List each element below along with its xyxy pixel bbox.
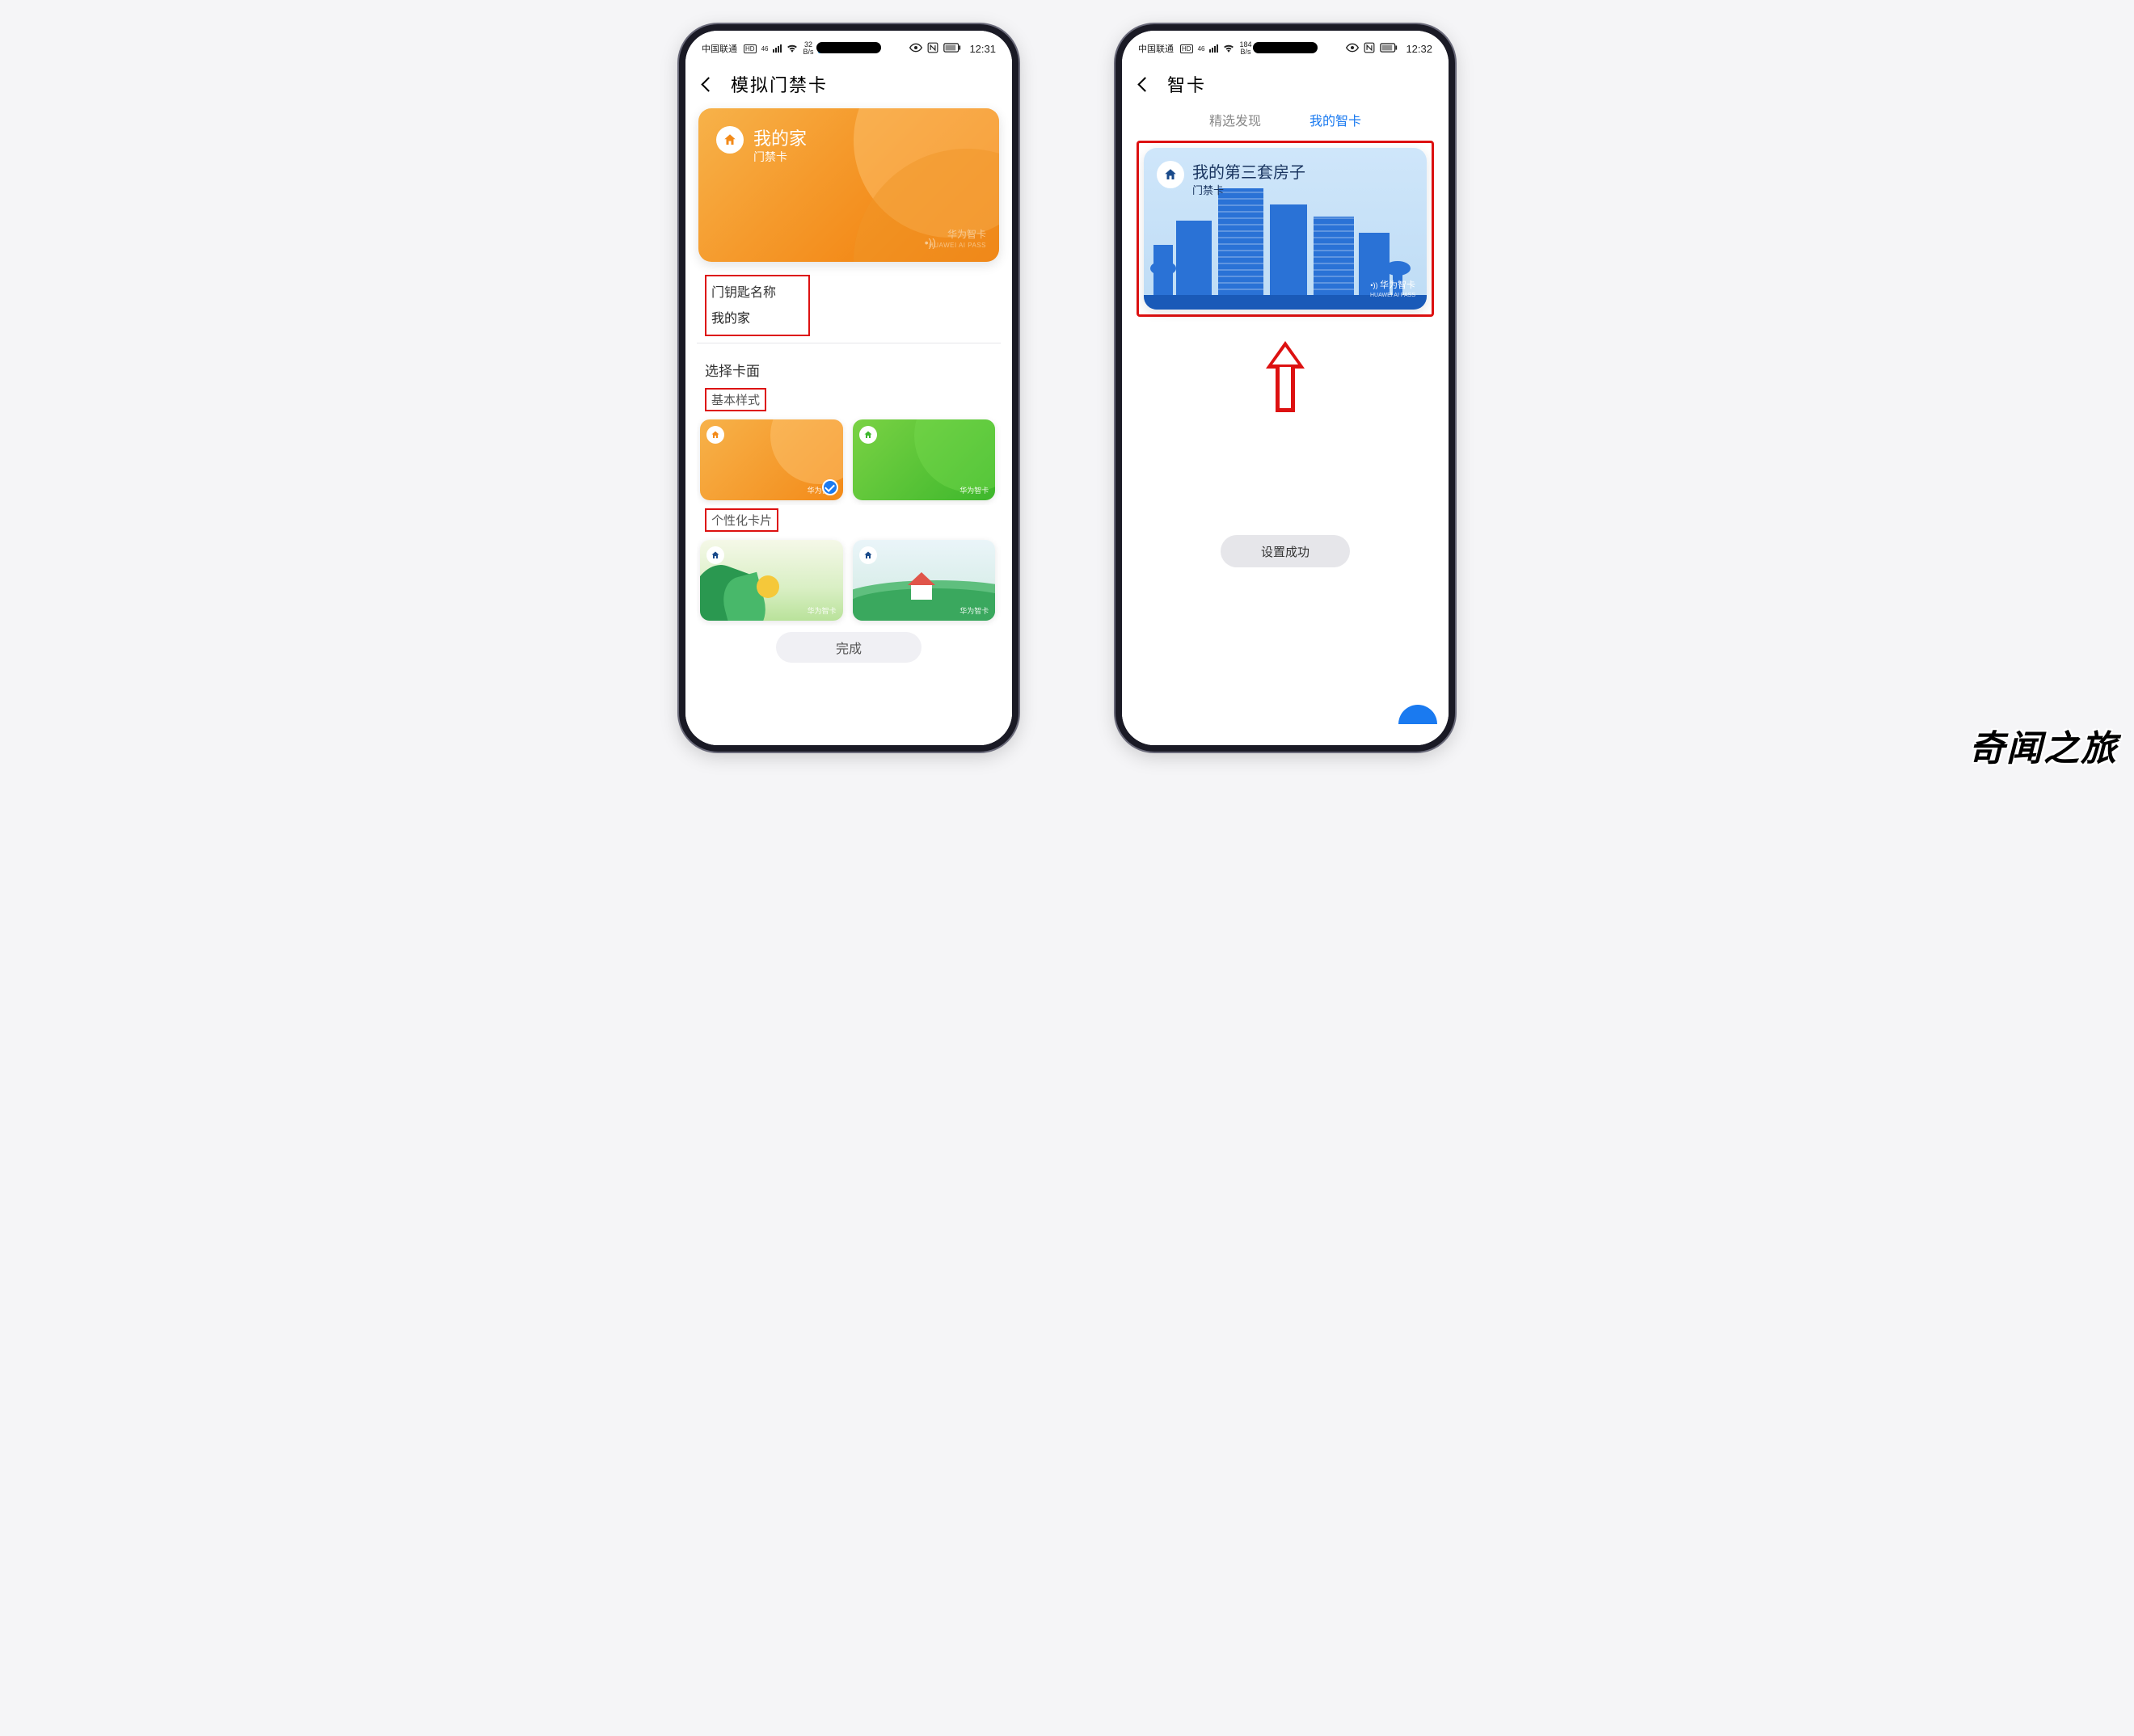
card-style-green[interactable]: 华为智卡	[853, 419, 996, 500]
card-style-house[interactable]: 华为智卡	[853, 540, 996, 621]
carrier-label: 中国联通	[1138, 42, 1174, 55]
side-button	[1453, 160, 1455, 200]
selected-check-icon	[822, 479, 838, 495]
hd-badge: HD	[744, 44, 757, 53]
toast-success: 设置成功	[1221, 535, 1350, 567]
net-speed: 184B/s	[1239, 41, 1251, 56]
field-label: 门钥匙名称	[711, 278, 803, 304]
notch	[816, 42, 881, 53]
access-card-preview[interactable]: 我的家 门禁卡 •)) 华为智卡HUAWEI AI PASS	[698, 108, 999, 262]
tab-bar: 精选发现 我的智卡	[1122, 102, 1449, 141]
network-type: 46	[1198, 45, 1205, 53]
smart-card-item[interactable]: 我的第三套房子 门禁卡 •)) 华为智卡HUAWEI AI PASS	[1144, 148, 1427, 310]
page-title: 模拟门禁卡	[731, 71, 828, 97]
card-name: 我的家	[753, 124, 807, 150]
personal-style-row: 华为智卡 华为智卡	[697, 535, 1001, 626]
net-speed: 32B/s	[803, 41, 813, 56]
tab-discover[interactable]: 精选发现	[1209, 110, 1261, 129]
signal-icon	[773, 44, 782, 53]
side-button	[1017, 160, 1018, 200]
side-button	[1453, 217, 1455, 289]
home-icon	[706, 546, 724, 564]
nfc-wave-icon: •))	[925, 236, 936, 249]
back-icon[interactable]	[700, 75, 718, 93]
highlight-box: 门钥匙名称 我的家	[705, 275, 810, 336]
annotation-arrow-icon	[1266, 341, 1305, 414]
key-name-field[interactable]: 门钥匙名称 我的家	[697, 270, 1001, 339]
eye-comfort-icon	[909, 43, 922, 55]
phone-right: 中国联通 HD 46 184B/s 12:32 智卡	[1116, 24, 1455, 752]
basic-style-row: 华为智卡 华为智卡	[697, 415, 1001, 505]
nfc-icon	[927, 42, 938, 56]
page-title: 智卡	[1167, 71, 1206, 97]
home-icon	[859, 426, 877, 444]
thumb-brand: 华为智卡	[959, 605, 989, 616]
fab-button[interactable]	[1398, 705, 1437, 724]
battery-icon	[1380, 43, 1398, 55]
clock: 12:31	[969, 43, 996, 55]
home-icon	[1157, 161, 1184, 188]
carrier-label: 中国联通	[702, 42, 737, 55]
tab-my-cards[interactable]: 我的智卡	[1310, 110, 1361, 129]
wifi-icon	[787, 43, 798, 55]
nfc-icon	[1364, 42, 1375, 56]
basic-style-label: 基本样式	[705, 388, 993, 411]
back-icon[interactable]	[1137, 75, 1154, 93]
card-brand: •)) 华为智卡HUAWEI AI PASS	[1370, 281, 1415, 300]
wifi-icon	[1223, 43, 1234, 55]
side-button	[1017, 217, 1018, 289]
thumb-brand: 华为智卡	[959, 485, 989, 495]
card-style-plant[interactable]: 华为智卡	[700, 540, 843, 621]
home-icon	[859, 546, 877, 564]
home-icon	[716, 126, 744, 154]
app-header: 智卡	[1122, 60, 1449, 102]
watermark: 奇闻之旅	[1969, 719, 2118, 771]
home-icon	[706, 426, 724, 444]
field-value: 我的家	[711, 304, 803, 333]
card-name: 我的第三套房子	[1192, 159, 1305, 183]
app-header: 模拟门禁卡	[685, 60, 1012, 102]
signal-icon	[1209, 44, 1218, 53]
eye-comfort-icon	[1346, 43, 1359, 55]
highlight-box: 我的第三套房子 门禁卡 •)) 华为智卡HUAWEI AI PASS	[1137, 141, 1434, 317]
choose-skin-label: 选择卡面	[697, 352, 1001, 385]
hd-badge: HD	[1180, 44, 1193, 53]
notch	[1253, 42, 1318, 53]
card-type: 门禁卡	[753, 149, 787, 165]
personal-style-label: 个性化卡片	[705, 508, 993, 532]
phone-left: 中国联通 HD 46 32B/s 12:31 模拟门禁卡	[679, 24, 1018, 752]
battery-icon	[943, 43, 961, 55]
card-style-orange[interactable]: 华为智卡	[700, 419, 843, 500]
thumb-brand: 华为智卡	[808, 605, 837, 616]
network-type: 46	[761, 45, 769, 53]
clock: 12:32	[1406, 43, 1432, 55]
done-button[interactable]: 完成	[776, 632, 922, 663]
card-type: 门禁卡	[1192, 182, 1224, 197]
card-brand: 华为智卡HUAWEI AI PASS	[929, 230, 986, 251]
